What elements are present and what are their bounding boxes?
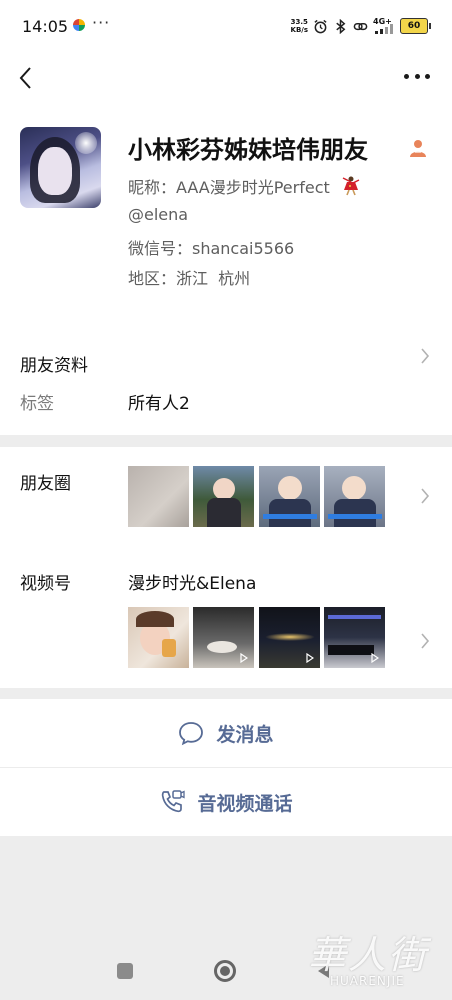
region: 地区：浙江 杭州 xyxy=(128,269,251,288)
channel-video-thumbnail xyxy=(259,607,320,668)
play-icon xyxy=(306,653,314,663)
child-face-shape xyxy=(278,476,302,500)
bluetooth-icon xyxy=(336,18,346,34)
network-speed: 33.5 KB/s xyxy=(291,18,308,34)
channels-title: 视频号 xyxy=(20,574,71,594)
link-icon xyxy=(353,22,368,30)
swing-bar-shape xyxy=(328,514,382,519)
bowl-shape xyxy=(207,641,237,653)
tag-value: 所有人2 xyxy=(128,394,190,414)
avatar-light-shape xyxy=(75,132,97,154)
handle: @elena xyxy=(128,205,189,224)
battery-icon: 60 xyxy=(400,18,431,34)
moments-thumbnail xyxy=(259,466,320,527)
dancer-emoji-icon xyxy=(342,176,360,196)
child-face-shape xyxy=(213,478,235,500)
moments-thumbnail xyxy=(193,466,254,527)
food-shape xyxy=(162,639,176,657)
channel-video-thumbnail xyxy=(193,607,254,668)
status-time: 14:05 xyxy=(22,17,69,36)
av-call-button[interactable]: 音视频通话 xyxy=(0,768,452,836)
chevron-left-icon[interactable] xyxy=(14,64,38,92)
friend-info-section[interactable]: 朋友资料 标签 所有人2 xyxy=(0,322,452,435)
send-message-content: 发消息 xyxy=(0,699,452,767)
channels-section[interactable]: 视频号 漫步时光&Elena xyxy=(0,547,452,688)
watermark-chinese: 華人街 xyxy=(308,933,429,977)
tag-label: 标签 xyxy=(20,394,54,414)
signal-bars-icon xyxy=(375,24,393,34)
network-speed-value: 33.5 xyxy=(290,18,308,26)
wechat-id: 微信号：shancai5566 xyxy=(128,239,295,258)
channel-video-thumbnail xyxy=(324,607,385,668)
av-call-content: 音视频通话 xyxy=(0,768,452,836)
swing-bar-shape xyxy=(263,514,317,519)
watermark: 華人街 HUARENJIE xyxy=(300,924,448,994)
more-dot xyxy=(404,74,409,79)
home-button[interactable] xyxy=(214,960,236,982)
channel-name: 漫步时光&Elena xyxy=(128,574,257,594)
pinwheel-icon xyxy=(73,19,85,31)
signal-icon: 4G+ xyxy=(373,18,395,34)
phone-video-icon xyxy=(162,790,186,813)
screen-light-shape xyxy=(328,615,381,619)
chat-bubble-icon xyxy=(179,722,204,746)
watermark-english: HUARENJIE xyxy=(330,974,405,988)
more-dot xyxy=(425,74,430,79)
status-right-group: 33.5 KB/s 4G+ 60 xyxy=(291,16,431,36)
display-name: 小林彩芬姊妹培伟朋友 xyxy=(128,136,368,164)
nickname-line: 昵称：AAA漫步时光Perfect xyxy=(128,174,361,198)
profile-card: 小林彩芬姊妹培伟朋友 昵称：AAA漫步时光Perfect @elena 微信号：… xyxy=(0,102,452,322)
moments-title: 朋友圈 xyxy=(20,474,71,494)
status-bar: 14:05 ··· 33.5 KB/s 4G+ 60 xyxy=(0,0,452,52)
network-speed-unit: KB/s xyxy=(290,26,308,34)
child-face-shape xyxy=(342,476,366,500)
child-hair-shape xyxy=(136,611,174,627)
battery-level: 60 xyxy=(407,21,421,31)
child-body-shape xyxy=(207,498,241,527)
moments-thumbnail xyxy=(324,466,385,527)
nav-bar xyxy=(0,52,452,102)
device-shape xyxy=(328,645,374,655)
chevron-right-icon xyxy=(421,633,430,649)
more-dot xyxy=(414,74,420,79)
av-call-label: 音视频通话 xyxy=(197,792,293,815)
friend-info-title: 朋友资料 xyxy=(20,356,88,376)
channel-video-thumbnail xyxy=(128,607,189,668)
status-more-indicator: ··· xyxy=(92,13,111,32)
alarm-icon xyxy=(314,19,327,33)
child-body-shape xyxy=(334,499,376,527)
send-message-button[interactable]: 发消息 xyxy=(0,699,452,767)
avatar-face-shape xyxy=(38,147,72,195)
city-lights-shape xyxy=(265,633,315,641)
more-dots-icon[interactable] xyxy=(404,74,430,82)
nickname: 昵称：AAA漫步时光Perfect xyxy=(128,178,330,197)
play-icon xyxy=(371,653,379,663)
person-icon xyxy=(410,140,426,157)
recent-apps-button[interactable] xyxy=(117,963,133,979)
chevron-right-icon xyxy=(421,488,430,504)
chevron-right-icon xyxy=(421,348,430,364)
send-message-label: 发消息 xyxy=(216,723,274,746)
moments-thumbnail xyxy=(128,466,189,527)
moments-section[interactable]: 朋友圈 xyxy=(0,447,452,547)
avatar[interactable] xyxy=(20,127,101,208)
play-icon xyxy=(240,653,248,663)
child-body-shape xyxy=(269,499,311,527)
